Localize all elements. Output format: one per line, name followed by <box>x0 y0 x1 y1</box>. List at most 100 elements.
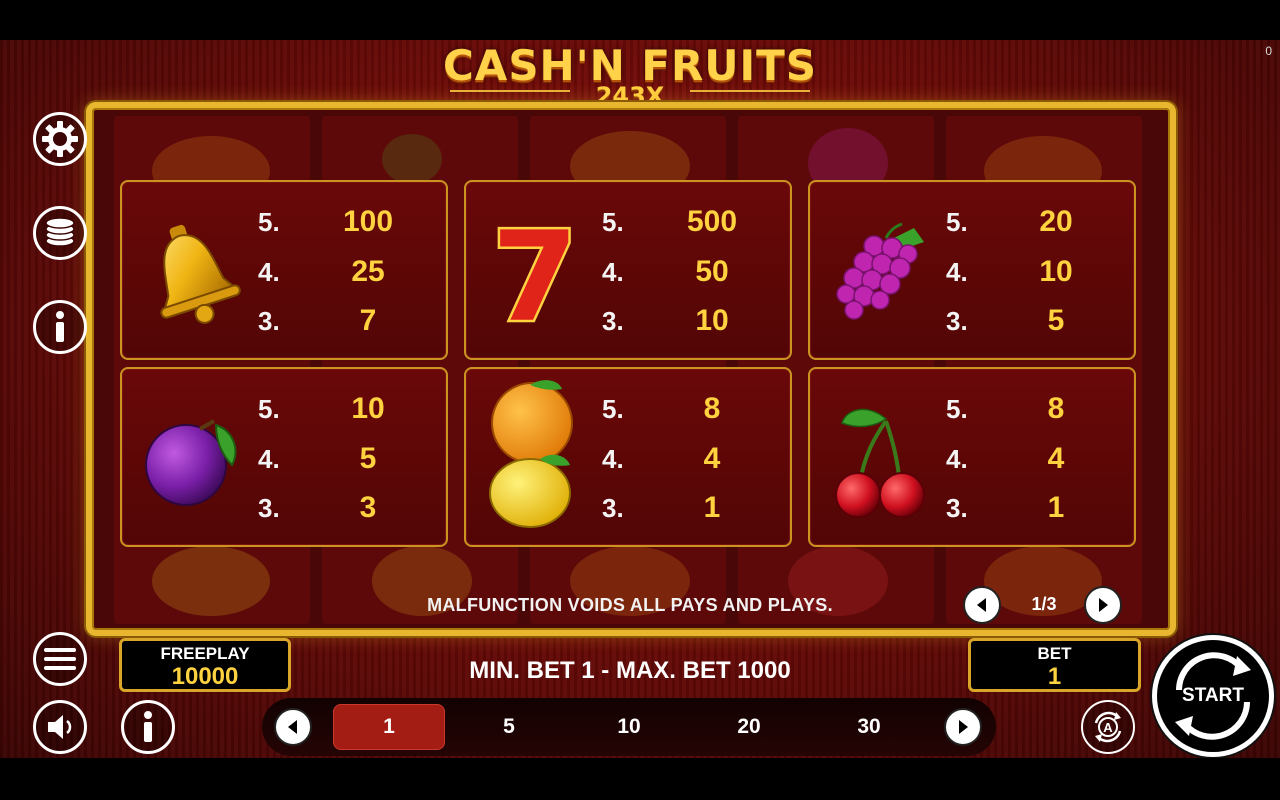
prev-page-button[interactable] <box>963 586 1001 624</box>
payout-value: 1 <box>703 491 721 524</box>
paytable-card-cherry: 5. 8 4. 4 3. 1 <box>808 367 1136 547</box>
pay-row: 4. 10 <box>946 252 1126 292</box>
freeplay-balance: FREEPLAY 10000 <box>119 638 291 692</box>
coins-icon <box>45 217 75 247</box>
info-icon <box>56 311 64 342</box>
malfunction-notice: MALFUNCTION VOIDS ALL PAYS AND PLAYS. <box>427 595 833 615</box>
symbol-count: 4. <box>946 444 968 474</box>
payout-value: 25 <box>351 255 385 288</box>
orange-lemon-icon <box>489 380 573 528</box>
payout-value: 5 <box>359 442 377 475</box>
bet-prev-button[interactable] <box>274 708 312 746</box>
payout-value: 1 <box>1047 491 1065 524</box>
bet-selector: 1 5 10 20 30 <box>262 698 996 756</box>
menu-button[interactable] <box>33 632 87 686</box>
paytable-pagination: 1/3 <box>963 585 1125 625</box>
plum-icon <box>145 419 237 506</box>
payout-value: 10 <box>351 392 385 425</box>
seven-glyph: 7 <box>492 208 578 336</box>
payout-value: 4 <box>1047 442 1065 475</box>
payout-value: 8 <box>1047 392 1065 425</box>
bet-option[interactable]: 5 <box>453 704 565 750</box>
grapes-icon <box>836 222 924 320</box>
pay-row: 3. 7 <box>258 301 438 341</box>
paytable-card-plum: 5. 10 4. 5 3. 3 <box>120 367 448 547</box>
logo-divider-right <box>690 90 810 92</box>
bet-option[interactable]: 30 <box>813 704 925 750</box>
start-button[interactable]: START <box>1152 635 1274 757</box>
sound-button[interactable] <box>33 700 87 754</box>
symbol-count: 5. <box>602 394 624 424</box>
pay-row: 5. 8 <box>602 389 782 429</box>
symbol-count: 5. <box>258 207 280 237</box>
payout-value: 20 <box>1039 205 1073 238</box>
pay-row: 5. 500 <box>602 202 782 242</box>
game-stage: 0 CASH'N FRUITS 243X 5. 100 4. 25 3. 7 7… <box>0 40 1280 758</box>
bell-icon <box>160 224 241 324</box>
pay-row: 4. 5 <box>258 439 438 479</box>
cherry-icon <box>835 408 925 518</box>
paytable-card-grapes: 5. 20 4. 10 3. 5 <box>808 180 1136 360</box>
ghost-cherry <box>382 134 442 184</box>
pay-row: 3. 10 <box>602 301 782 341</box>
pay-row: 3. 1 <box>946 488 1126 528</box>
paytable-card-bell: 5. 100 4. 25 3. 7 <box>120 180 448 360</box>
paytable-card-orange-lemon: 5. 8 4. 4 3. 1 <box>464 367 792 547</box>
coins-button[interactable] <box>33 206 87 260</box>
bet-label: BET <box>1037 644 1072 663</box>
symbol-count: 5. <box>946 207 968 237</box>
bet-option[interactable]: 1 <box>333 704 445 750</box>
page-indicator: 1/3 <box>1031 594 1057 614</box>
arrow-left-icon <box>977 598 986 612</box>
payout-value: 4 <box>703 442 721 475</box>
arrow-right-icon <box>959 720 968 734</box>
freeplay-label: FREEPLAY <box>160 644 250 663</box>
pay-row: 4. 50 <box>602 252 782 292</box>
symbol-count: 5. <box>602 207 624 237</box>
symbol-count: 3. <box>602 306 624 336</box>
arrow-left-icon <box>288 720 297 734</box>
corner-counter: 0 <box>1265 44 1272 58</box>
bet-next-button[interactable] <box>944 708 982 746</box>
seven-icon: 7 <box>489 208 580 336</box>
pay-row: 5. 20 <box>946 202 1126 242</box>
symbol-count: 4. <box>946 257 968 287</box>
pay-row: 4. 4 <box>602 439 782 479</box>
symbol-count: 4. <box>602 257 624 287</box>
bet-option[interactable]: 20 <box>693 704 805 750</box>
arrow-right-icon <box>1099 598 1108 612</box>
symbol-count: 5. <box>258 394 280 424</box>
pay-row: 3. 1 <box>602 488 782 528</box>
payout-value: 500 <box>686 205 738 238</box>
symbol-count: 4. <box>258 257 280 287</box>
next-page-button[interactable] <box>1084 586 1122 624</box>
settings-button[interactable] <box>33 112 87 166</box>
start-label: START <box>1182 685 1244 706</box>
pay-row: 5. 8 <box>946 389 1126 429</box>
pay-row: 3. 3 <box>258 488 438 528</box>
ghost-lemon <box>152 546 270 616</box>
autoplay-button[interactable]: A <box>1081 700 1135 754</box>
hamburger-icon <box>44 648 76 670</box>
symbol-count: 3. <box>946 493 968 523</box>
paytable-card-seven: 7 5. 500 4. 50 3. 10 <box>464 180 792 360</box>
payout-value: 10 <box>695 304 729 337</box>
symbol-count: 3. <box>602 493 624 523</box>
game-info-button[interactable] <box>121 700 175 754</box>
speaker-icon <box>48 715 72 739</box>
info-button[interactable] <box>33 300 87 354</box>
bet-option[interactable]: 10 <box>573 704 685 750</box>
payout-value: 10 <box>1039 255 1073 288</box>
symbol-count: 3. <box>946 306 968 336</box>
symbol-count: 3. <box>258 493 280 523</box>
symbol-count: 5. <box>946 394 968 424</box>
symbol-count: 4. <box>602 444 624 474</box>
pay-row: 5. 100 <box>258 202 438 242</box>
payout-value: 8 <box>703 392 721 425</box>
autoplay-icon: A <box>1094 711 1122 743</box>
bet-limits: MIN. BET 1 - MAX. BET 1000 <box>469 657 791 684</box>
payout-value: 7 <box>359 304 377 337</box>
pay-row: 5. 10 <box>258 389 438 429</box>
pay-row: 4. 25 <box>258 252 438 292</box>
current-bet: BET 1 <box>968 638 1141 692</box>
